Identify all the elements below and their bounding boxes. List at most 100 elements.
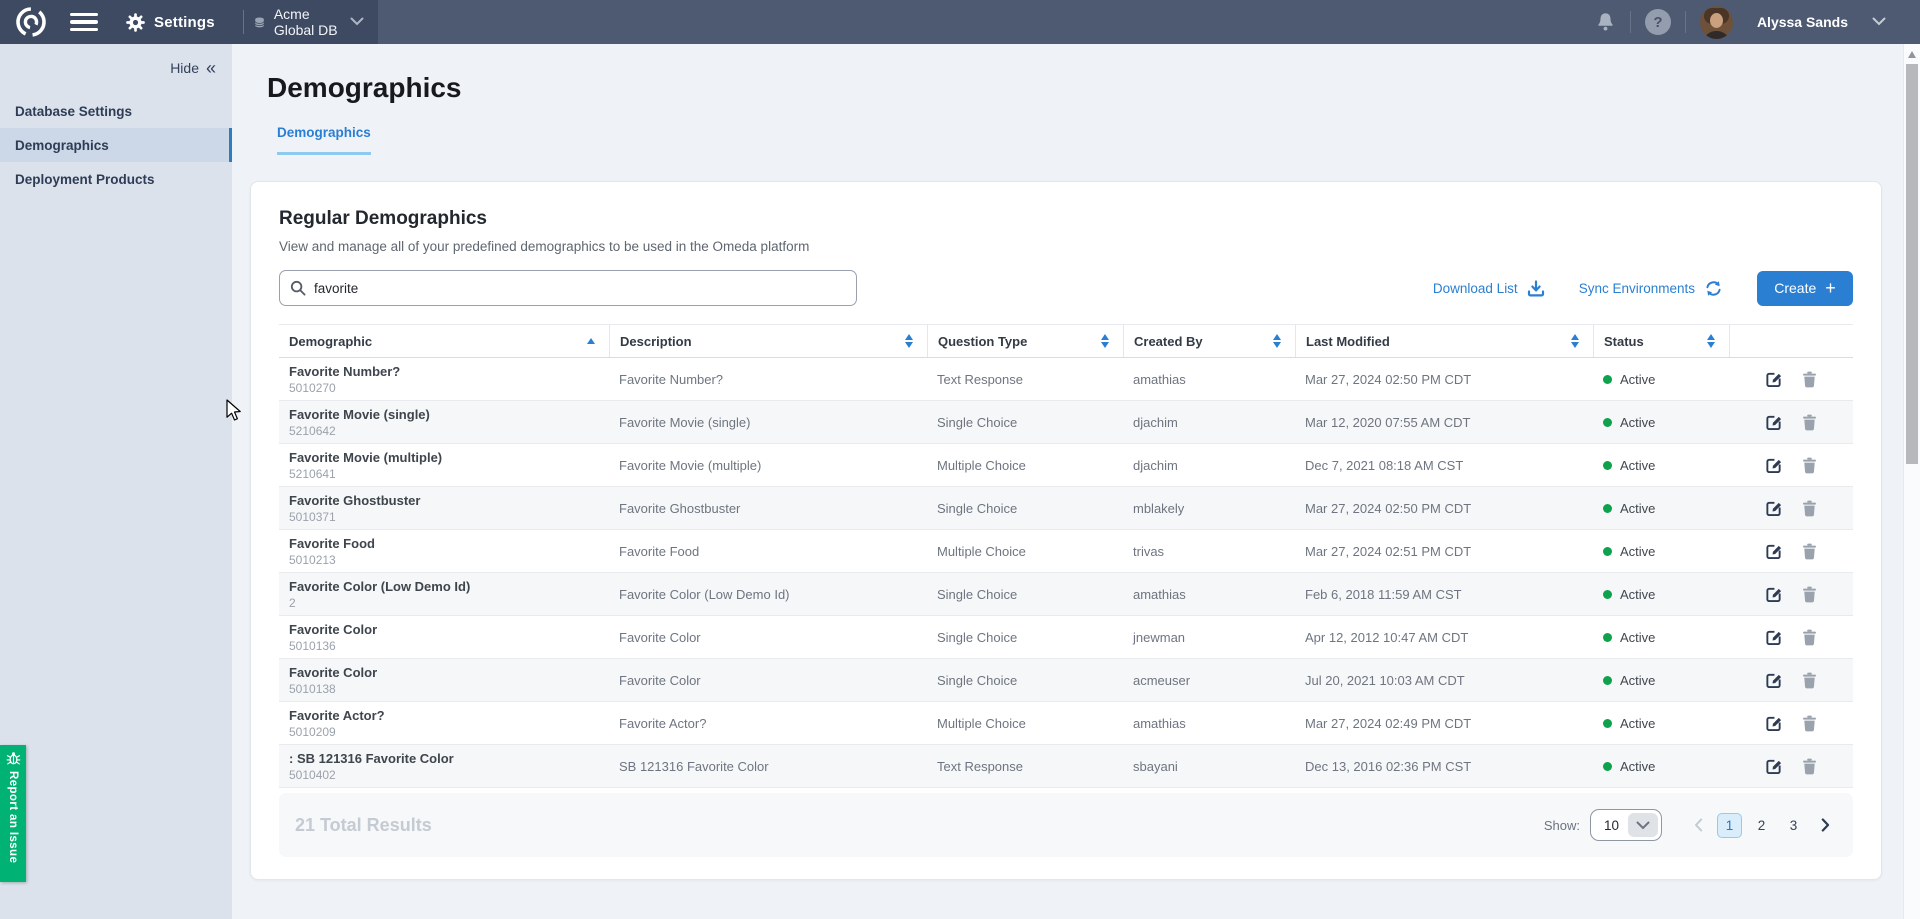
edit-icon[interactable] [1765, 758, 1782, 775]
page-button-3[interactable]: 3 [1781, 813, 1806, 838]
sync-environments-button[interactable]: Sync Environments [1579, 280, 1723, 297]
omeda-logo-icon[interactable] [14, 5, 48, 39]
previous-page-button[interactable] [1686, 813, 1710, 837]
question-type-cell: Multiple Choice [927, 458, 1123, 473]
status-label: Active [1620, 458, 1655, 473]
table-footer: 21 Total Results Show: 10 [279, 793, 1853, 857]
delete-icon[interactable] [1802, 586, 1817, 603]
user-name[interactable]: Alyssa Sands [1757, 14, 1848, 30]
column-header-status[interactable]: Status [1593, 325, 1729, 357]
edit-icon[interactable] [1765, 543, 1782, 560]
pagination-controls: Show: 10 1 2 [1544, 809, 1837, 841]
delete-icon[interactable] [1802, 500, 1817, 517]
table-row[interactable]: Favorite Color 5010138 Favorite Color Si… [279, 659, 1853, 702]
table-row[interactable]: Favorite Movie (single) 5210642 Favorite… [279, 401, 1853, 444]
sort-icon[interactable] [1273, 334, 1281, 348]
pager: 1 2 3 [1686, 813, 1837, 838]
scrollbar-up-arrow[interactable] [1908, 51, 1916, 58]
demographics-table: Demographic Description Question Type Cr… [279, 324, 1853, 857]
column-header-last-modified[interactable]: Last Modified [1295, 325, 1593, 357]
last-modified-cell: Dec 7, 2021 08:18 AM CST [1295, 458, 1593, 473]
delete-icon[interactable] [1802, 715, 1817, 732]
main-content: Demographics Demographics Regular Demogr… [232, 44, 1903, 919]
sort-icon[interactable] [1707, 334, 1715, 348]
page-button-1[interactable]: 1 [1717, 813, 1742, 838]
demographic-id: 5010136 [289, 639, 609, 653]
tab-demographics[interactable]: Demographics [277, 125, 371, 155]
column-header-demographic[interactable]: Demographic [279, 325, 609, 357]
table-row[interactable]: : SB 121316 Favorite Color 5010402 SB 12… [279, 745, 1853, 788]
created-by-cell: acmeuser [1123, 673, 1295, 688]
page-size-select[interactable]: 10 [1590, 809, 1662, 841]
edit-icon[interactable] [1765, 586, 1782, 603]
table-row[interactable]: Favorite Ghostbuster 5010371 Favorite Gh… [279, 487, 1853, 530]
topbar-right-section: ? Alyssa Sands [1595, 6, 1920, 39]
delete-icon[interactable] [1802, 672, 1817, 689]
table-row[interactable]: Favorite Food 5010213 Favorite Food Mult… [279, 530, 1853, 573]
actions-cell [1729, 500, 1853, 517]
search-input[interactable] [279, 270, 857, 306]
demographic-id: 2 [289, 596, 609, 610]
delete-icon[interactable] [1802, 543, 1817, 560]
table-row[interactable]: Favorite Movie (multiple) 5210641 Favori… [279, 444, 1853, 487]
demographic-cell: Favorite Color 5010136 [279, 622, 609, 653]
table-row[interactable]: Favorite Actor? 5010209 Favorite Actor? … [279, 702, 1853, 745]
demographic-cell: Favorite Ghostbuster 5010371 [279, 493, 609, 524]
hide-sidebar-button[interactable]: Hide « [0, 44, 232, 94]
table-row[interactable]: Favorite Color 5010136 Favorite Color Si… [279, 616, 1853, 659]
edit-icon[interactable] [1765, 629, 1782, 646]
demographic-name: Favorite Ghostbuster [289, 493, 609, 508]
created-by-cell: amathias [1123, 587, 1295, 602]
database-selector[interactable]: Acme Global DB [254, 6, 364, 38]
create-button[interactable]: Create + [1757, 271, 1853, 306]
created-by-cell: amathias [1123, 716, 1295, 731]
scrollbar-thumb[interactable] [1906, 64, 1918, 464]
user-avatar[interactable] [1700, 6, 1733, 39]
sort-icon[interactable] [1571, 334, 1579, 348]
sidebar-item-demographics[interactable]: Demographics [0, 128, 232, 162]
delete-icon[interactable] [1802, 371, 1817, 388]
edit-icon[interactable] [1765, 371, 1782, 388]
delete-icon[interactable] [1802, 414, 1817, 431]
notifications-bell-icon[interactable] [1595, 11, 1616, 33]
edit-icon[interactable] [1765, 414, 1782, 431]
demographic-name: Favorite Movie (multiple) [289, 450, 609, 465]
edit-icon[interactable] [1765, 672, 1782, 689]
demographic-id: 5010213 [289, 553, 609, 567]
created-by-cell: trivas [1123, 544, 1295, 559]
user-menu-chevron-icon[interactable] [1872, 13, 1886, 31]
next-page-button[interactable] [1813, 813, 1837, 837]
demographic-cell: Favorite Food 5010213 [279, 536, 609, 567]
edit-icon[interactable] [1765, 457, 1782, 474]
table-row[interactable]: Favorite Color (Low Demo Id) 2 Favorite … [279, 573, 1853, 616]
hamburger-menu-icon[interactable] [70, 13, 98, 32]
column-header-created-by[interactable]: Created By [1123, 325, 1295, 357]
demographic-cell: Favorite Number? 5010270 [279, 364, 609, 395]
gear-icon [126, 13, 145, 32]
sidebar-item-database-settings[interactable]: Database Settings [0, 94, 232, 128]
column-header-question-type[interactable]: Question Type [927, 325, 1123, 357]
download-list-button[interactable]: Download List [1433, 280, 1545, 297]
sidebar-item-deployment-products[interactable]: Deployment Products [0, 162, 232, 196]
download-icon [1527, 280, 1545, 297]
database-name: Acme Global DB [274, 6, 341, 38]
report-an-issue-button[interactable]: Report an Issue [0, 745, 26, 882]
delete-icon[interactable] [1802, 629, 1817, 646]
delete-icon[interactable] [1802, 457, 1817, 474]
demographic-name: Favorite Movie (single) [289, 407, 609, 422]
app-title: Settings [154, 14, 215, 31]
page-button-2[interactable]: 2 [1749, 813, 1774, 838]
edit-icon[interactable] [1765, 715, 1782, 732]
sort-asc-icon[interactable] [587, 338, 595, 344]
table-row[interactable]: Favorite Number? 5010270 Favorite Number… [279, 358, 1853, 401]
edit-icon[interactable] [1765, 500, 1782, 517]
sort-icon[interactable] [1101, 334, 1109, 348]
delete-icon[interactable] [1802, 758, 1817, 775]
status-label: Active [1620, 501, 1655, 516]
bug-icon [6, 751, 21, 766]
vertical-scrollbar[interactable] [1903, 44, 1920, 919]
help-icon[interactable]: ? [1645, 9, 1671, 35]
table-header: Demographic Description Question Type Cr… [279, 324, 1853, 358]
sort-icon[interactable] [905, 334, 913, 348]
column-header-description[interactable]: Description [609, 325, 927, 357]
